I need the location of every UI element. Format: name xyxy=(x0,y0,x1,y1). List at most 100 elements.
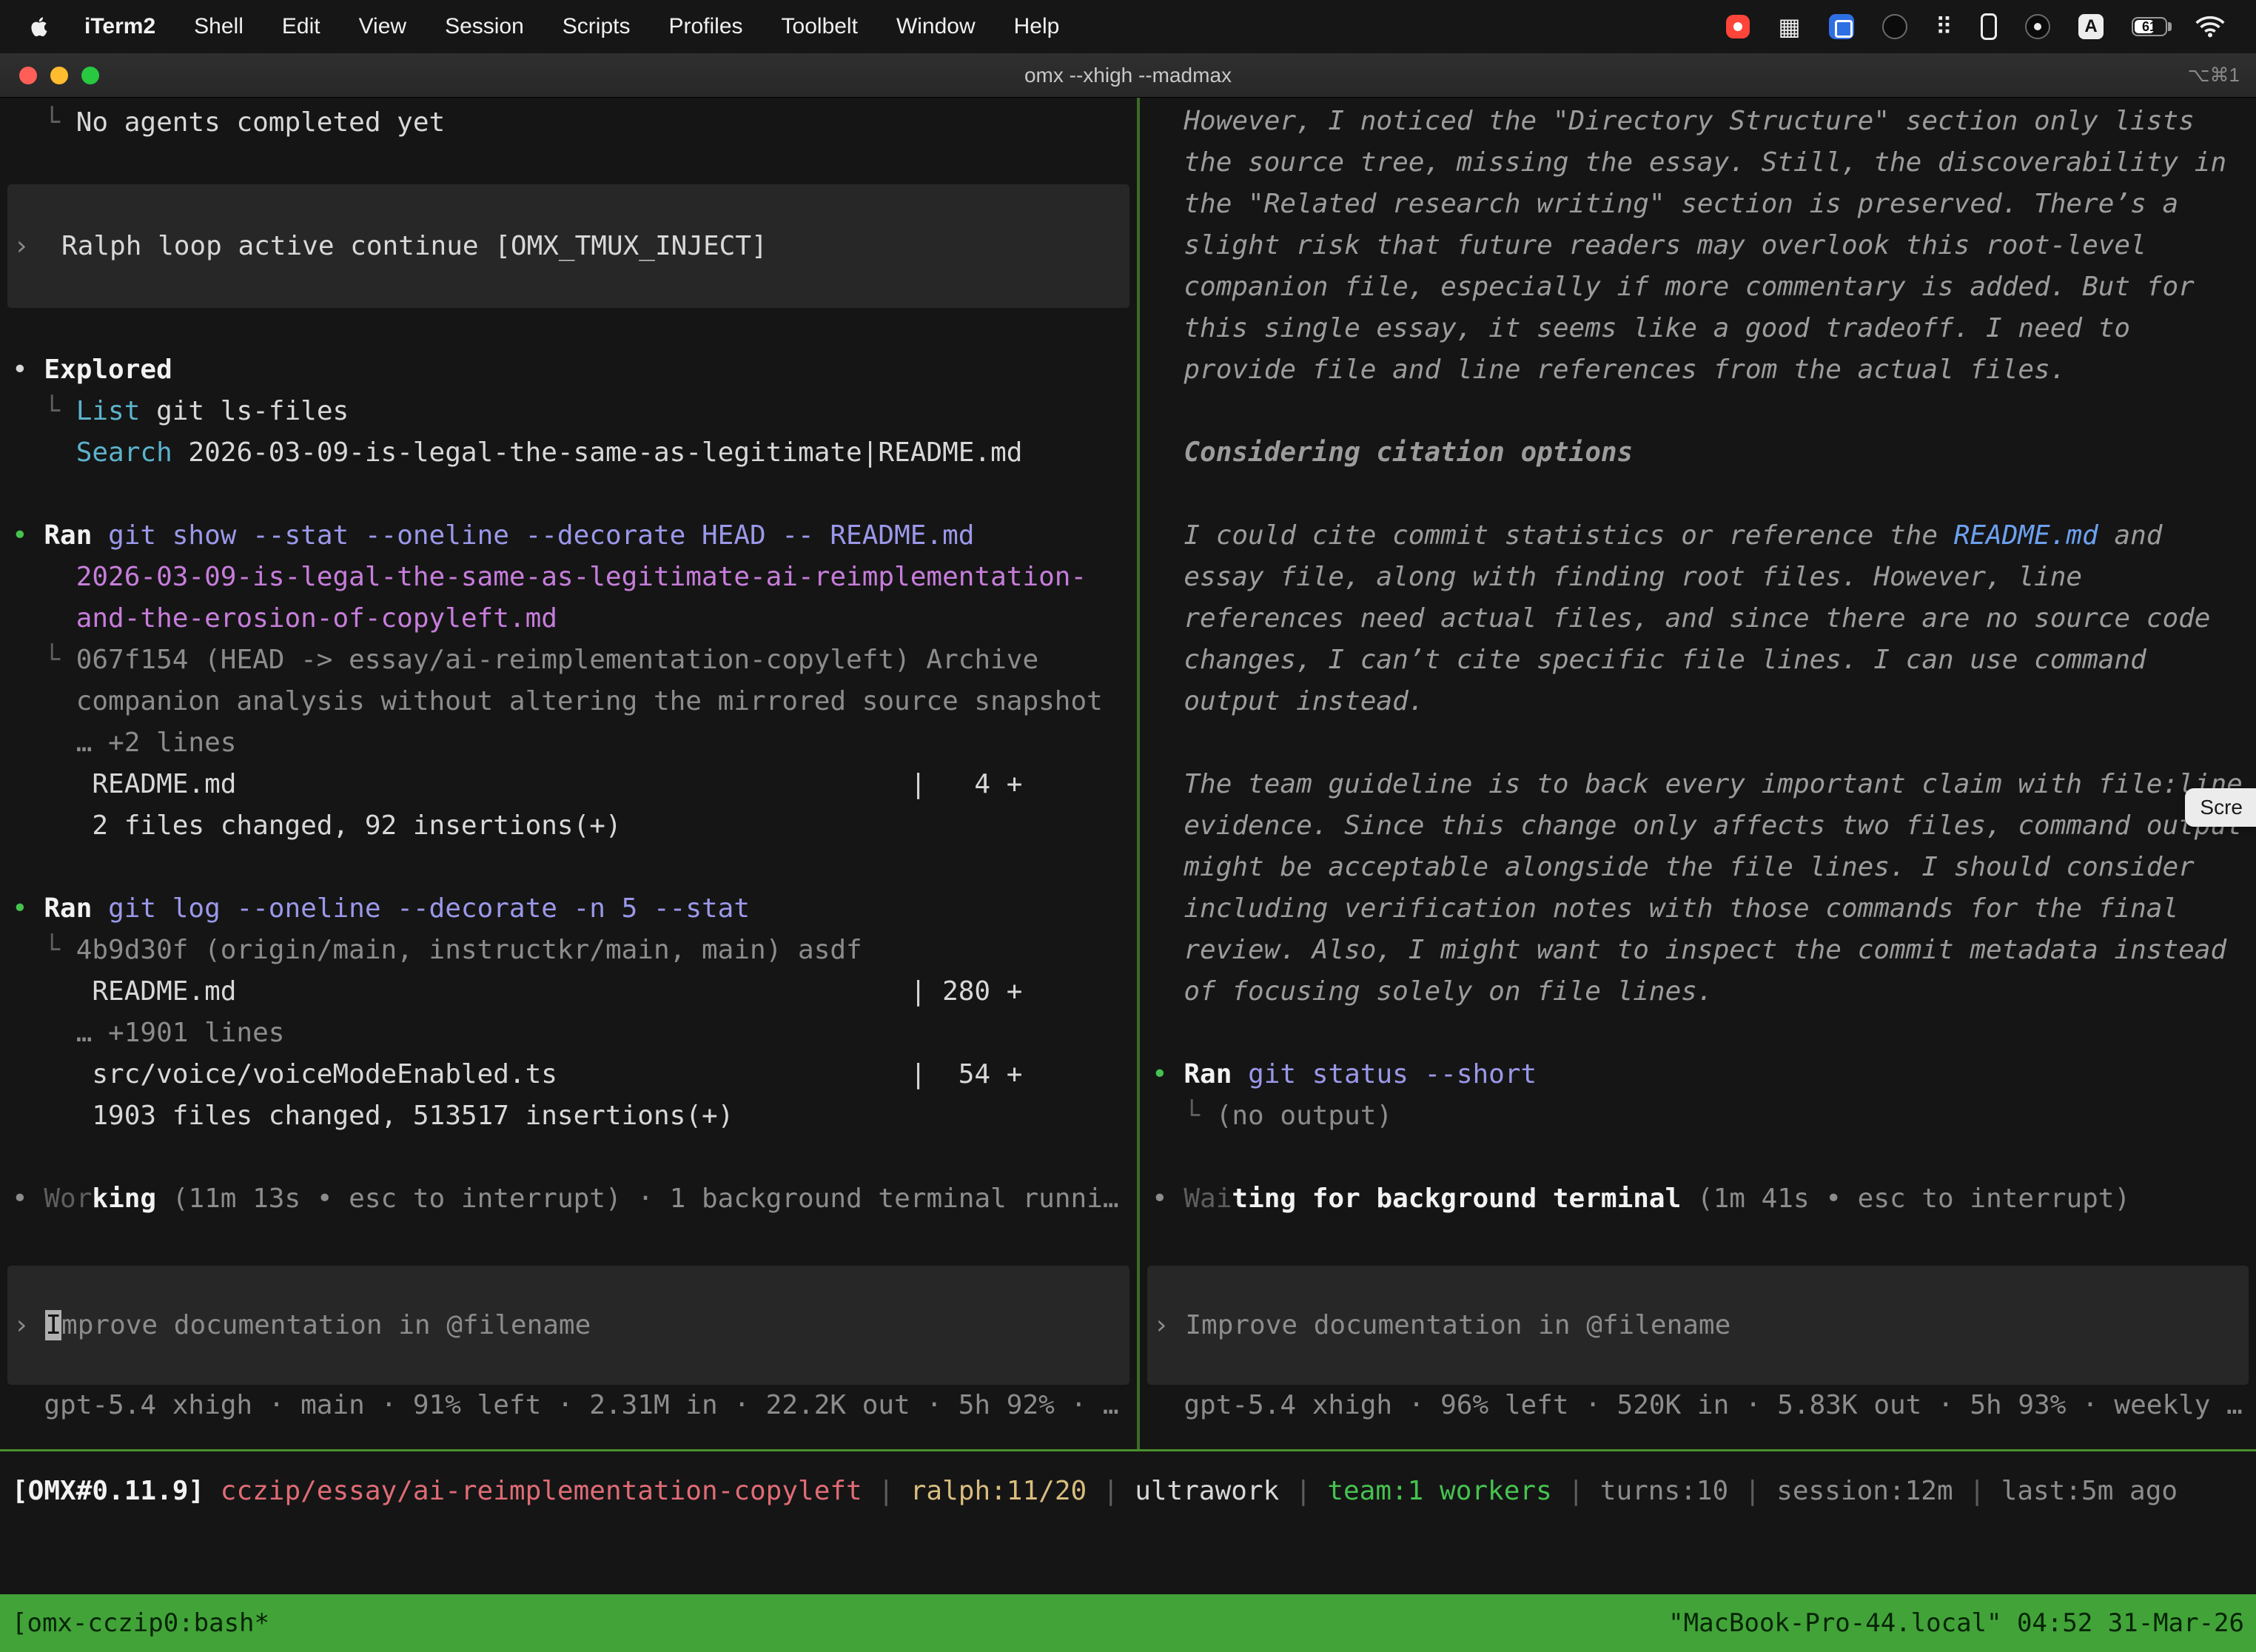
text-segment: changes, I can’t cite specific file line… xyxy=(1152,645,2146,675)
terminal-area: └ No agents completed yet › Ralph loop ac… xyxy=(0,98,2256,1652)
text-segment: | xyxy=(1087,1476,1135,1506)
text-segment: I could cite commit statistics or refere… xyxy=(1152,520,1954,551)
terminal-line: › Improve documentation in @filename xyxy=(1147,1305,1730,1346)
ralph-loop-banner: › Ralph loop active continue [OMX_TMUX_I… xyxy=(7,184,1129,308)
terminal-line: • Waiting for background terminal (1m 41… xyxy=(1140,1178,2256,1220)
text-segment: Search xyxy=(76,437,172,468)
screen-edge-tooltip[interactable]: Scre xyxy=(2185,788,2256,827)
terminal-line: └ 067f154 (HEAD -> essay/ai-reimplementa… xyxy=(0,639,1137,681)
menu-item-session[interactable]: Session xyxy=(426,0,543,53)
text-segment: gpt-5.4 xhigh · 96% left · 520K in · 5.8… xyxy=(1152,1390,2243,1420)
menu-item-scripts[interactable]: Scripts xyxy=(543,0,650,53)
dark-app-icon-2[interactable] xyxy=(2025,0,2050,53)
terminal-line: essay file, along with finding root file… xyxy=(1140,557,2256,598)
minimize-button[interactable] xyxy=(50,67,68,84)
text-segment: might be acceptable alongside the file l… xyxy=(1152,852,2195,882)
text-segment: • xyxy=(12,893,44,924)
dark-app-icon[interactable] xyxy=(1882,0,1907,53)
tmux-status-bar: [omx-cczip0:bash* "MacBook-Pro-44.local"… xyxy=(0,1594,2256,1652)
text-segment: Ran xyxy=(44,520,92,551)
terminal-line: • Ran git show --stat --oneline --decora… xyxy=(0,515,1137,557)
text-segment: last:5m ago xyxy=(2001,1476,2178,1506)
wifi-icon[interactable] xyxy=(2195,0,2225,53)
terminal-line: review. Also, I might want to inspect th… xyxy=(1140,930,2256,971)
close-button[interactable] xyxy=(19,67,37,84)
text-segment: README.md xyxy=(1954,520,2098,551)
terminal-line: … +1901 lines xyxy=(0,1013,1137,1054)
terminal-line: › Improve documentation in @filename xyxy=(7,1305,591,1346)
text-segment: and xyxy=(2098,520,2163,551)
text-segment: 2026-03-09-is-legal-the-same-as-legitima… xyxy=(12,562,1087,592)
text-segment: team:1 workers xyxy=(1327,1476,1551,1506)
window-title-bar: omx --xhigh --madmax ⌥⌘1 xyxy=(0,53,2256,98)
terminal-line xyxy=(0,1137,1137,1178)
text-segment: of focusing solely on file lines. xyxy=(1152,976,1713,1007)
terminal-line: • Ran git status --short xyxy=(1140,1054,2256,1095)
zoom-button[interactable] xyxy=(81,67,99,84)
text-segment: companion analysis without altering the … xyxy=(12,686,1103,716)
terminal-line: • Explored xyxy=(0,349,1137,391)
text-segment: including verification notes with those … xyxy=(1152,893,2178,924)
text-segment: › xyxy=(13,231,61,261)
text-segment: 4b9d30f (origin/main, instructkr/main, m… xyxy=(76,935,862,965)
text-segment: | 54 + xyxy=(910,1059,1023,1089)
command-input-right[interactable]: › Improve documentation in @filename xyxy=(1147,1266,2249,1385)
text-segment: output instead. xyxy=(1152,686,1424,716)
terminal-line xyxy=(1140,474,2256,515)
text-segment: › xyxy=(1153,1310,1185,1340)
text-segment: No agents completed yet xyxy=(76,107,446,138)
terminal-line: companion analysis without altering the … xyxy=(0,681,1137,722)
terminal-line: and-the-erosion-of-copyleft.md xyxy=(0,598,1137,639)
text-segment: Ran xyxy=(44,893,92,924)
iphone-mirroring-icon[interactable] xyxy=(1981,0,1997,53)
menu-item-help[interactable]: Help xyxy=(995,0,1079,53)
text-segment: Explored xyxy=(44,355,172,385)
left-terminal-pane[interactable]: └ No agents completed yet › Ralph loop ac… xyxy=(0,98,1137,1449)
terminal-line: └ 4b9d30f (origin/main, instructkr/main,… xyxy=(0,930,1137,971)
text-segment: | xyxy=(1953,1476,2001,1506)
battery-icon[interactable]: 61 xyxy=(2132,0,2167,53)
command-input[interactable]: › Improve documentation in @filename xyxy=(7,1266,1129,1385)
text-segment: | xyxy=(1728,1476,1776,1506)
right-terminal-pane[interactable]: However, I noticed the "Directory Struct… xyxy=(1140,98,2256,1449)
menu-item-iterm2[interactable]: iTerm2 xyxy=(65,0,175,53)
text-segment: [OMX#0.11.9] xyxy=(12,1476,221,1506)
terminal-line: 2 files changed, 92 insertions(+) xyxy=(0,805,1137,847)
menu-item-edit[interactable]: Edit xyxy=(263,0,340,53)
menu-status-icons: ▦ ⠿ A 61 xyxy=(1726,0,2238,53)
terminal-line: provide file and line references from th… xyxy=(1140,349,2256,391)
text-segment: • xyxy=(12,355,44,385)
dots-grid-icon[interactable]: ⠿ xyxy=(1936,0,1953,53)
terminal-line: output instead. xyxy=(1140,681,2256,722)
terminal-line xyxy=(0,474,1137,515)
text-segment xyxy=(12,437,76,468)
apple-menu-icon[interactable] xyxy=(28,15,52,38)
blue-app-icon[interactable] xyxy=(1829,0,1854,53)
terminal-line: might be acceptable alongside the file l… xyxy=(1140,847,2256,888)
terminal-line xyxy=(1140,1137,2256,1178)
text-segment: mprove documentation in @filename xyxy=(61,1310,591,1340)
text-cursor: I xyxy=(45,1310,61,1340)
text-segment: the "Related research writing" section i… xyxy=(1152,189,2178,219)
menu-item-toolbelt[interactable]: Toolbelt xyxy=(762,0,877,53)
terminal-line: including verification notes with those … xyxy=(1140,888,2256,930)
terminal-line: The team guideline is to back every impo… xyxy=(1140,764,2256,805)
screen-recording-indicator[interactable] xyxy=(1726,0,1750,53)
text-segment: Improve documentation in @filename xyxy=(1185,1310,1730,1340)
text-segment: evidence. Since this change only affects… xyxy=(1152,810,2243,841)
menu-item-window[interactable]: Window xyxy=(877,0,995,53)
text-segment: gpt-5.4 xhigh · main · 91% left · 2.31M … xyxy=(12,1390,1119,1420)
menu-item-profiles[interactable]: Profiles xyxy=(649,0,762,53)
text-segment: • xyxy=(12,520,44,551)
window-title: omx --xhigh --madmax xyxy=(1024,64,1232,87)
text-segment: git log --oneline --decorate -n 5 --stat xyxy=(92,893,750,924)
text-segment: └ xyxy=(12,107,76,138)
menu-item-view[interactable]: View xyxy=(340,0,426,53)
pane-bottom-border xyxy=(0,1449,2256,1451)
terminal-line: └ No agents completed yet xyxy=(0,102,1137,144)
window-grid-icon[interactable]: ▦ xyxy=(1778,0,1800,53)
menu-bar: iTerm2ShellEditViewSessionScriptsProfile… xyxy=(0,0,2256,53)
menu-item-shell[interactable]: Shell xyxy=(175,0,263,53)
keyboard-input-icon[interactable]: A xyxy=(2078,0,2104,53)
text-segment: and-the-erosion-of-copyleft.md xyxy=(12,603,557,634)
